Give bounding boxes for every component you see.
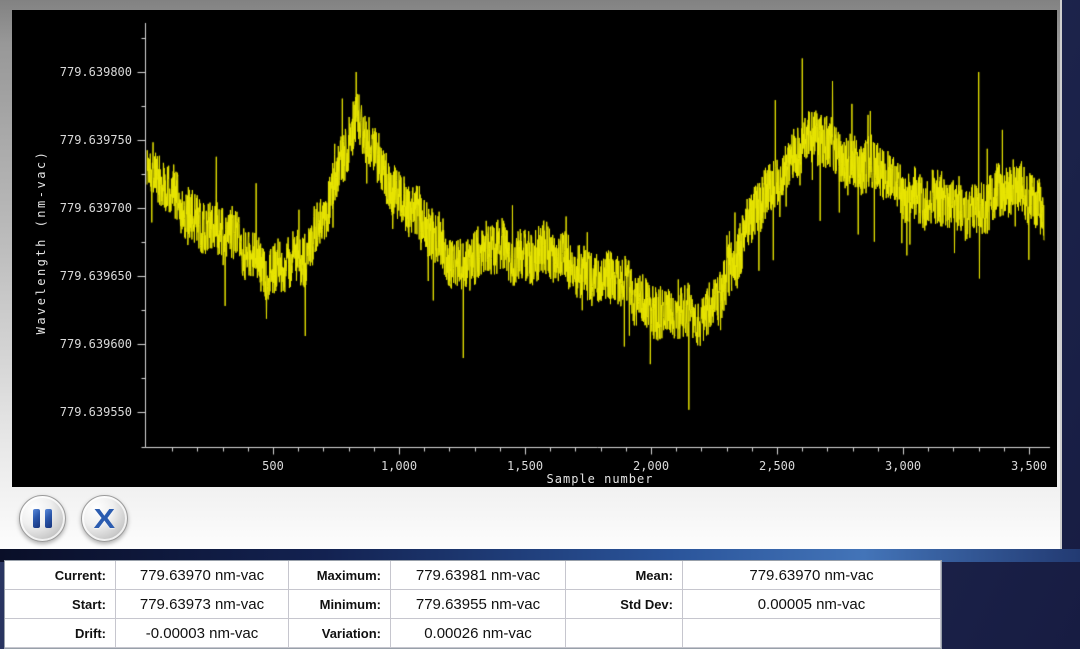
stat-label-drift: Drift: — [5, 619, 116, 648]
stat-value-variation: 0.00026 nm-vac — [391, 619, 566, 648]
stat-value-mean: 779.63970 nm-vac — [683, 561, 941, 590]
stat-label-variation: Variation: — [289, 619, 391, 648]
x-axis-title: Sample number — [546, 472, 654, 486]
x-tick-label: 3,500 — [1011, 459, 1048, 473]
stat-label-stddev: Std Dev: — [566, 590, 683, 619]
wavelength-chart-canvas — [12, 10, 1057, 487]
x-tick-label: 500 — [262, 459, 284, 473]
stat-value-current: 779.63970 nm-vac — [116, 561, 289, 590]
x-tick-label: 1,000 — [380, 459, 418, 473]
y-axis-title: Wavelength (nm-vac) — [34, 149, 48, 335]
chart-toolbar: X — [19, 495, 128, 542]
stat-label-current: Current: — [5, 561, 116, 590]
pause-button[interactable] — [19, 495, 66, 542]
x-tick-label: 2,000 — [632, 459, 670, 473]
stat-value-maximum: 779.63981 nm-vac — [391, 561, 566, 590]
stat-value-start: 779.63973 nm-vac — [116, 590, 289, 619]
y-tick-label: 779.639700 — [59, 201, 132, 216]
stat-value-drift: -0.00003 nm-vac — [116, 619, 289, 648]
stat-value-empty — [683, 619, 941, 648]
close-button[interactable]: X — [81, 495, 128, 542]
y-tick-label: 779.639650 — [59, 269, 132, 284]
stat-label-minimum: Minimum: — [289, 590, 391, 619]
chart-panel: Wavelength (nm-vac) Sample number 779.63… — [0, 0, 1062, 549]
x-tick-label: 2,500 — [759, 459, 796, 473]
stat-value-minimum: 779.63955 nm-vac — [391, 590, 566, 619]
app-window: { "colors": { "trace": "#e9e600", "chart… — [0, 0, 1080, 649]
stat-value-stddev: 0.00005 nm-vac — [683, 590, 941, 619]
y-tick-label: 779.639750 — [59, 133, 132, 148]
y-tick-label: 779.639550 — [59, 405, 132, 420]
stats-table: Current: 779.63970 nm-vac Maximum: 779.6… — [4, 560, 942, 649]
y-tick-label: 779.639800 — [59, 65, 132, 80]
y-tick-label: 779.639600 — [59, 337, 132, 352]
stat-label-start: Start: — [5, 590, 116, 619]
plot-area: Wavelength (nm-vac) Sample number 779.63… — [12, 10, 1057, 487]
x-tick-label: 3,000 — [885, 459, 922, 473]
x-tick-label: 1,500 — [506, 459, 544, 473]
stat-label-maximum: Maximum: — [289, 561, 391, 590]
stat-label-empty — [566, 619, 683, 648]
pause-icon — [33, 509, 52, 528]
close-icon: X — [93, 502, 116, 534]
stat-label-mean: Mean: — [566, 561, 683, 590]
